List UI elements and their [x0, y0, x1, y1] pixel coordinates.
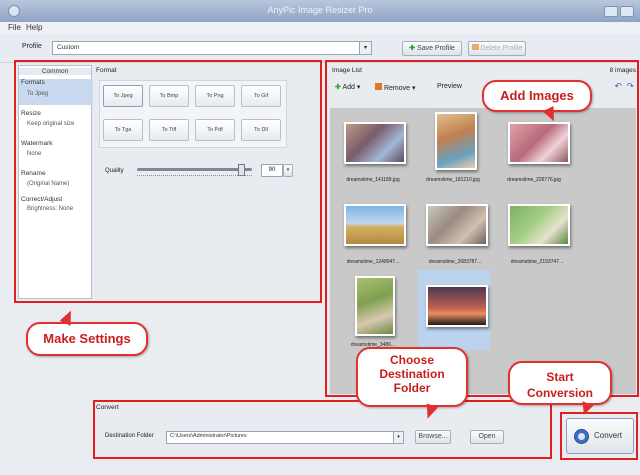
title-bar: AnyPic Image Resizer Pro: [0, 0, 640, 22]
minimize-button[interactable]: [604, 6, 618, 17]
menu-help[interactable]: Help: [26, 23, 42, 32]
save-profile-button[interactable]: ✚ Save Profile: [402, 41, 462, 56]
profile-value: Custom: [57, 44, 80, 51]
menu-file[interactable]: File: [8, 23, 21, 32]
convert-highlight-box: [560, 412, 638, 460]
profile-label: Profile: [22, 43, 42, 50]
delete-icon: [471, 44, 479, 50]
chevron-down-icon[interactable]: ▾: [359, 42, 371, 54]
save-profile-label: Save Profile: [417, 45, 455, 52]
delete-profile-label: Delete Profile: [480, 45, 523, 52]
callout-add-images: Add Images: [482, 80, 592, 112]
settings-highlight-box: [14, 60, 322, 303]
callout-make-settings: Make Settings: [26, 322, 148, 356]
menu-bar: File Help: [0, 22, 640, 34]
profile-select[interactable]: Custom ▾: [52, 41, 372, 55]
callout-start-conversion: Start Conversion: [508, 361, 612, 405]
destination-highlight-box: [93, 400, 552, 459]
callout-choose-destination: Choose Destination Folder: [356, 347, 468, 407]
close-button[interactable]: [620, 6, 634, 17]
profile-toolbar: Profile Custom ▾ ✚ Save Profile Delete P…: [0, 34, 640, 63]
plus-icon: ✚: [409, 45, 416, 52]
delete-profile-button[interactable]: Delete Profile: [468, 41, 526, 56]
window-title: AnyPic Image Resizer Pro: [267, 5, 373, 15]
